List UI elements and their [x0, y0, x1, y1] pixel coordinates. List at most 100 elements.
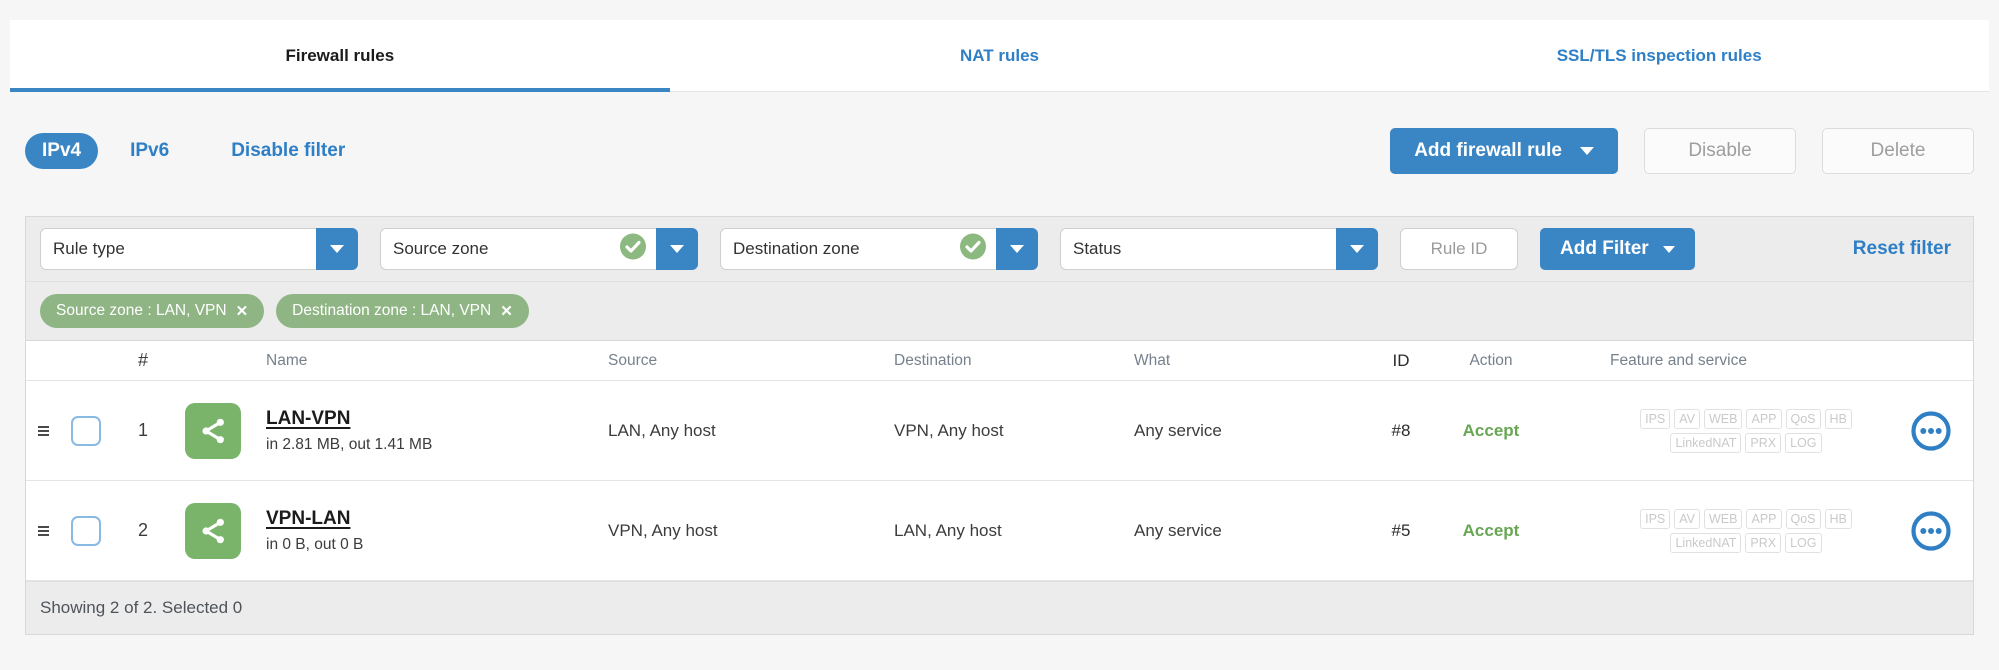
- source-zone-field[interactable]: Source zone: [380, 228, 656, 270]
- filter-chip-destination-zone-label: Destination zone : LAN, VPN: [292, 302, 492, 319]
- rule-type-field[interactable]: Rule type: [40, 228, 316, 270]
- rule-order-number: 2: [137, 520, 148, 540]
- feature-badge: WEB: [1704, 508, 1743, 529]
- rule-destination: VPN, Any host: [894, 420, 1004, 440]
- feature-badge: HB: [1824, 408, 1852, 429]
- add-filter-button[interactable]: Add Filter: [1540, 228, 1695, 270]
- rule-action-status: Accept: [1462, 520, 1520, 540]
- ipv6-toggle[interactable]: IPv6: [130, 140, 169, 162]
- destination-zone-label: Destination zone: [733, 239, 860, 258]
- rule-name-link[interactable]: LAN-VPN: [266, 408, 350, 430]
- feature-badge: LOG: [1785, 432, 1822, 453]
- table-row: 1 LAN-VPN in 2.81 MB, out 1.41 MB LAN, A…: [26, 381, 1973, 481]
- rule-id: #5: [1391, 520, 1411, 540]
- feature-badge: AV: [1674, 508, 1700, 529]
- filter-bar: Rule type Source zone Destination zone S…: [26, 217, 1973, 282]
- feature-badge: LinkedNAT: [1670, 532, 1742, 553]
- column-header-destination: Destination: [894, 351, 972, 369]
- destination-zone-dropdown-button[interactable]: [996, 228, 1038, 270]
- status-dropdown-button[interactable]: [1336, 228, 1378, 270]
- rule-type-label: Rule type: [53, 239, 125, 258]
- chevron-down-icon: [670, 245, 684, 253]
- feature-badge: PRX: [1745, 432, 1782, 453]
- add-firewall-rule-label: Add firewall rule: [1414, 140, 1562, 161]
- column-header-name: Name: [266, 351, 308, 369]
- rule-name-link[interactable]: VPN-LAN: [266, 508, 350, 530]
- share-network-icon: [185, 502, 241, 559]
- share-network-icon: [185, 402, 241, 459]
- close-icon[interactable]: ✕: [500, 304, 513, 319]
- rule-id: #8: [1391, 420, 1411, 440]
- destination-zone-select[interactable]: Destination zone: [720, 228, 1038, 270]
- tab-nat-rules[interactable]: NAT rules: [670, 20, 1330, 91]
- status-field[interactable]: Status: [1060, 228, 1336, 270]
- feature-badge: WEB: [1704, 408, 1743, 429]
- drag-handle-icon[interactable]: [37, 525, 49, 536]
- tab-ssl-tls-rules-label: SSL/TLS inspection rules: [1556, 45, 1762, 65]
- row-checkbox[interactable]: [71, 515, 101, 546]
- table-footer-status: Showing 2 of 2. Selected 0: [26, 581, 1973, 634]
- feature-badge: PRX: [1745, 532, 1782, 553]
- feature-badge: LinkedNAT: [1670, 432, 1742, 453]
- rule-action-status: Accept: [1462, 420, 1520, 440]
- tab-firewall-rules[interactable]: Firewall rules: [10, 20, 670, 92]
- column-header-source: Source: [608, 351, 658, 369]
- delete-button[interactable]: Delete: [1822, 128, 1974, 174]
- tab-nat-rules-label: NAT rules: [959, 45, 1040, 65]
- column-header-id: ID: [1392, 350, 1410, 370]
- feature-badge: IPS: [1640, 508, 1671, 529]
- column-header-num: #: [137, 350, 148, 370]
- rule-type-dropdown-button[interactable]: [316, 228, 358, 270]
- filter-chip-source-zone[interactable]: Source zone : LAN, VPN ✕: [40, 294, 265, 328]
- feature-badge: AV: [1674, 408, 1700, 429]
- table-header: # Name Source Destination What ID Action…: [26, 341, 1973, 381]
- close-icon[interactable]: ✕: [236, 304, 249, 319]
- feature-badge: IPS: [1640, 408, 1671, 429]
- source-zone-label: Source zone: [393, 239, 489, 258]
- toolbar: IPv4 IPv6 Disable filter Add firewall ru…: [25, 128, 1974, 174]
- rule-destination: LAN, Any host: [894, 520, 1002, 540]
- row-checkbox[interactable]: [71, 415, 101, 446]
- feature-badges: IPS AV WEB APP QoS HB LinkedNAT PRX LOG: [1617, 508, 1875, 553]
- filter-chips-row: Source zone : LAN, VPN ✕ Destination zon…: [26, 282, 1973, 341]
- chevron-down-icon: [1580, 147, 1594, 155]
- firewall-rules-panel: Rule type Source zone Destination zone S…: [25, 216, 1974, 635]
- rule-id-input[interactable]: [1400, 228, 1518, 270]
- filter-chip-destination-zone[interactable]: Destination zone : LAN, VPN ✕: [276, 294, 529, 328]
- status-select[interactable]: Status: [1060, 228, 1378, 270]
- check-circle-icon: [959, 233, 987, 266]
- chevron-down-icon: [330, 245, 344, 253]
- row-menu-ellipsis-icon[interactable]: [1910, 510, 1952, 552]
- feature-badge: QoS: [1785, 408, 1821, 429]
- column-header-feature: Feature and service: [1610, 351, 1747, 369]
- rule-type-select[interactable]: Rule type: [40, 228, 358, 270]
- feature-badge: APP: [1746, 508, 1782, 529]
- tab-firewall-rules-label: Firewall rules: [285, 45, 395, 65]
- rule-source: LAN, Any host: [608, 420, 716, 440]
- tab-ssl-tls-rules[interactable]: SSL/TLS inspection rules: [1329, 20, 1989, 91]
- add-firewall-rule-button[interactable]: Add firewall rule: [1390, 128, 1618, 174]
- feature-badge: APP: [1746, 408, 1782, 429]
- drag-handle-icon[interactable]: [37, 425, 49, 436]
- rule-traffic-stats: in 2.81 MB, out 1.41 MB: [266, 435, 433, 453]
- feature-badges: IPS AV WEB APP QoS HB LinkedNAT PRX LOG: [1617, 408, 1875, 453]
- disable-filter-link[interactable]: Disable filter: [231, 140, 345, 162]
- feature-badge: QoS: [1785, 508, 1821, 529]
- row-menu-ellipsis-icon[interactable]: [1910, 410, 1952, 452]
- source-zone-select[interactable]: Source zone: [380, 228, 698, 270]
- disable-button[interactable]: Disable: [1644, 128, 1796, 174]
- check-circle-icon: [619, 233, 647, 266]
- feature-badge: LOG: [1785, 532, 1822, 553]
- destination-zone-field[interactable]: Destination zone: [720, 228, 996, 270]
- rule-traffic-stats: in 0 B, out 0 B: [266, 535, 364, 553]
- feature-badge: HB: [1824, 508, 1852, 529]
- table-row: 2 VPN-LAN in 0 B, out 0 B VPN, Any host …: [26, 481, 1973, 581]
- ipv4-toggle[interactable]: IPv4: [25, 133, 99, 169]
- filter-chip-source-zone-label: Source zone : LAN, VPN: [56, 302, 227, 319]
- chevron-down-icon: [1350, 245, 1364, 253]
- source-zone-dropdown-button[interactable]: [656, 228, 698, 270]
- rule-what: Any service: [1134, 520, 1222, 540]
- rule-source: VPN, Any host: [608, 520, 718, 540]
- chevron-down-icon: [1662, 245, 1675, 253]
- reset-filter-link[interactable]: Reset filter: [1853, 238, 1959, 260]
